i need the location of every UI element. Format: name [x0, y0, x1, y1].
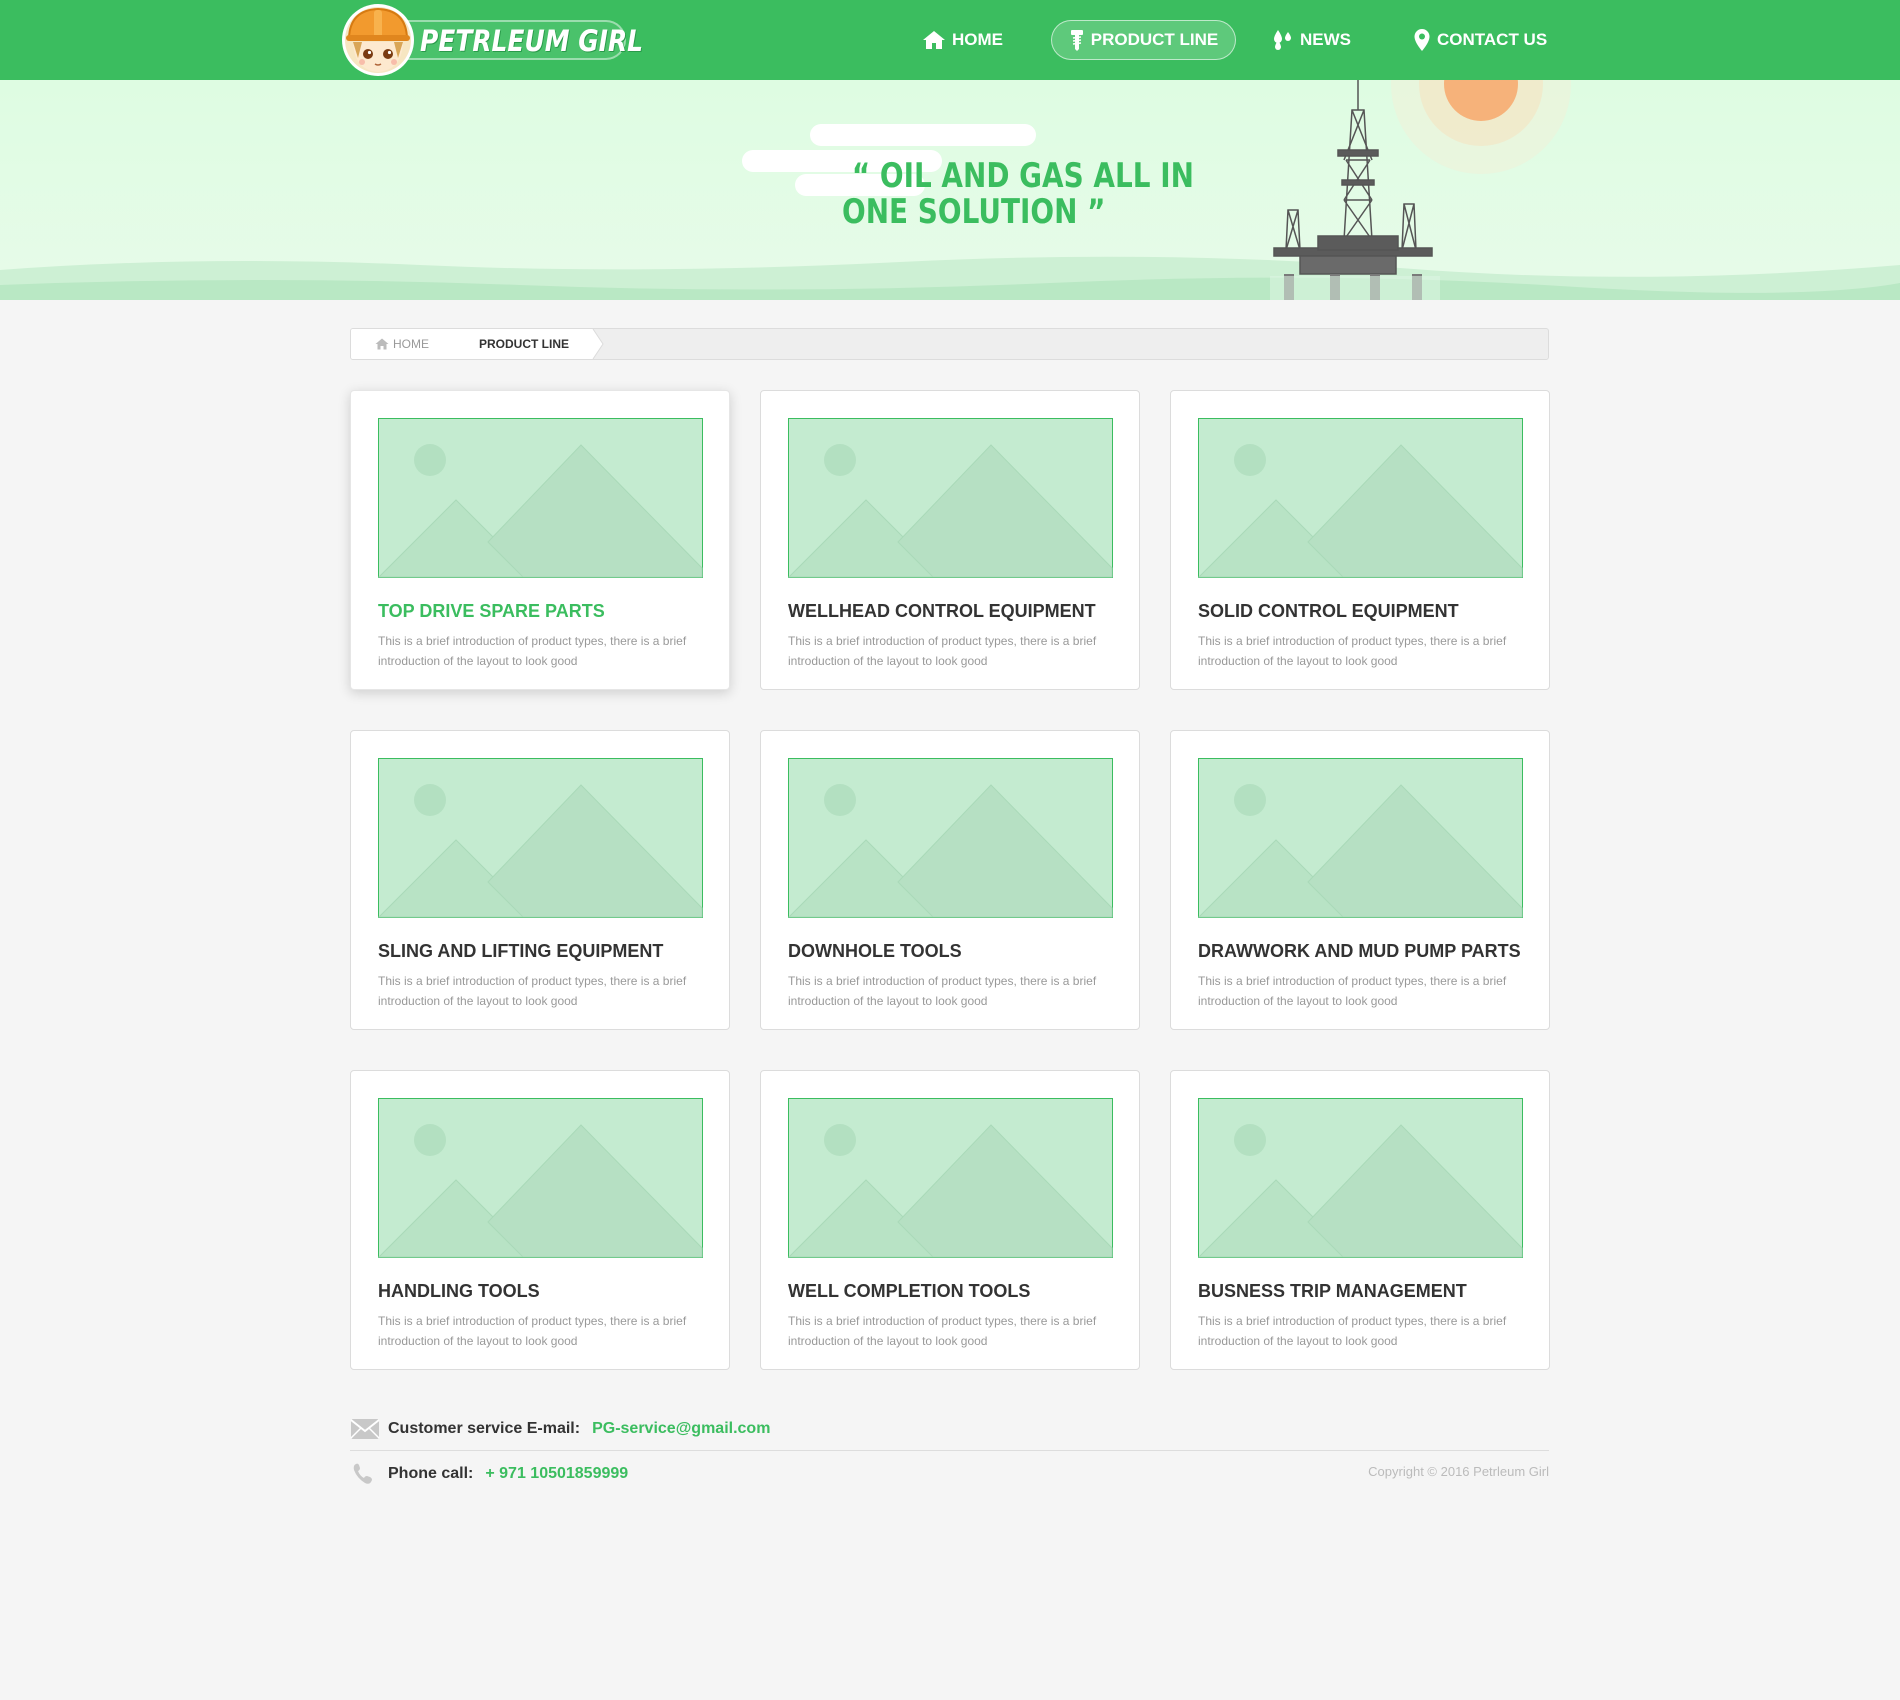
girl-mascot-icon — [342, 4, 414, 76]
product-card-title[interactable]: WELLHEAD CONTROL EQUIPMENT — [788, 601, 1096, 622]
product-card[interactable]: SLING AND LIFTING EQUIPMENT This is a bri… — [350, 730, 730, 1030]
product-card-description: This is a brief introduction of product … — [788, 974, 1097, 1008]
product-card[interactable]: DRAWWORK AND MUD PUMP PARTS This is a bri… — [1170, 730, 1550, 1030]
product-card[interactable]: DOWNHOLE TOOLS This is a brief introducti… — [760, 730, 1140, 1030]
email-label: Customer service E-mail: — [388, 1420, 581, 1437]
product-card[interactable]: HANDLING TOOLS This is a brief introducti… — [350, 1070, 730, 1370]
home-icon — [375, 338, 389, 350]
product-card-title[interactable]: SOLID CONTROL EQUIPMENT — [1198, 601, 1459, 622]
nav-home-label: HOME — [952, 30, 1003, 49]
image-placeholder-icon — [378, 758, 703, 918]
product-card-description: This is a brief introduction of product … — [788, 634, 1097, 668]
copyright-text: Copyright © 2016 Petrleum Girl — [1368, 1464, 1549, 1479]
nav-product-line-label: PRODUCT LINE — [1090, 30, 1219, 49]
product-card-description: This is a brief introduction of product … — [378, 634, 687, 668]
product-card-title[interactable]: DOWNHOLE TOOLS — [788, 941, 962, 962]
product-card-title[interactable]: BUSNESS TRIP MANAGEMENT — [1198, 1281, 1467, 1302]
screw-icon — [1070, 30, 1083, 51]
image-placeholder-icon — [1198, 758, 1523, 918]
product-card-description: This is a brief introduction of product … — [1198, 634, 1507, 668]
slogan-line-1: “ OIL AND GAS ALL IN — [851, 156, 1194, 196]
image-placeholder-icon — [788, 758, 1113, 918]
cloud-top — [810, 124, 1036, 146]
nav-home[interactable]: HOME — [922, 20, 1003, 60]
image-placeholder-icon — [1198, 418, 1523, 578]
product-card-description: This is a brief introduction of product … — [1198, 1314, 1507, 1348]
product-card-title[interactable]: SLING AND LIFTING EQUIPMENT — [378, 941, 663, 962]
image-placeholder-icon — [378, 1098, 703, 1258]
footer-email-row: Customer service E-mail: PG-service@gmai… — [350, 1418, 770, 1440]
product-card[interactable]: SOLID CONTROL EQUIPMENT This is a brief i… — [1170, 390, 1550, 690]
product-card-description: This is a brief introduction of product … — [1198, 974, 1507, 1008]
footer-divider — [350, 1450, 1549, 1451]
product-card-description: This is a brief introduction of product … — [788, 1314, 1097, 1348]
breadcrumb: HOME PRODUCT LINE — [350, 328, 1549, 360]
envelope-icon — [350, 1419, 380, 1439]
product-card[interactable]: WELLHEAD CONTROL EQUIPMENT This is a brie… — [760, 390, 1140, 690]
hero-banner: “ OIL AND GAS ALL IN ONE SOLUTION ” — [0, 80, 1900, 300]
breadcrumb-current: PRODUCT LINE — [451, 329, 591, 359]
slogan-line-2: ONE SOLUTION ” — [842, 192, 1106, 232]
product-card-title[interactable]: HANDLING TOOLS — [378, 1281, 540, 1302]
phone-label: Phone call: — [388, 1465, 474, 1482]
nav-contact-us[interactable]: CONTACT US — [1413, 20, 1547, 60]
breadcrumb-home-label: HOME — [393, 337, 429, 351]
footer-phone-row: Phone call: + 971 10501859999 — [350, 1462, 628, 1486]
email-link[interactable]: PG-service@gmail.com — [592, 1420, 770, 1438]
product-card-title[interactable]: TOP DRIVE SPARE PARTS — [378, 601, 605, 622]
nav-product-line[interactable]: PRODUCT LINE — [1051, 20, 1236, 60]
image-placeholder-icon — [378, 418, 703, 578]
top-navigation-bar: PETRLEUM GIRL HOME PRODUCT LINE NEWS CON… — [0, 0, 1900, 80]
product-card[interactable]: BUSNESS TRIP MANAGEMENT This is a brief i… — [1170, 1070, 1550, 1370]
product-card[interactable]: TOP DRIVE SPARE PARTS This is a brief int… — [350, 390, 730, 690]
home-icon — [923, 31, 945, 49]
location-pin-icon — [1414, 29, 1430, 51]
nav-contact-us-label: CONTACT US — [1437, 30, 1548, 49]
phone-icon — [353, 1463, 372, 1484]
image-placeholder-icon — [788, 1098, 1113, 1258]
product-card-title[interactable]: WELL COMPLETION TOOLS — [788, 1281, 1030, 1302]
breadcrumb-home[interactable]: HOME — [351, 329, 451, 359]
oil-drops-icon — [1274, 30, 1291, 50]
breadcrumb-current-label: PRODUCT LINE — [479, 337, 569, 351]
breadcrumb-separator-end — [589, 329, 604, 359]
nav-news-label: NEWS — [1300, 30, 1351, 49]
brand-name: PETRLEUM GIRL — [420, 24, 644, 58]
image-placeholder-icon — [1198, 1098, 1523, 1258]
phone-number[interactable]: + 971 10501859999 — [485, 1465, 628, 1483]
product-card[interactable]: WELL COMPLETION TOOLS This is a brief int… — [760, 1070, 1140, 1370]
brand-logo[interactable]: PETRLEUM GIRL — [340, 2, 643, 78]
product-card-title[interactable]: DRAWWORK AND MUD PUMP PARTS — [1198, 941, 1521, 962]
nav-news[interactable]: NEWS — [1272, 20, 1351, 60]
banner-slogan: “ OIL AND GAS ALL IN ONE SOLUTION ” — [842, 158, 1194, 230]
product-card-description: This is a brief introduction of product … — [378, 974, 687, 1008]
image-placeholder-icon — [788, 418, 1113, 578]
product-card-description: This is a brief introduction of product … — [378, 1314, 687, 1348]
